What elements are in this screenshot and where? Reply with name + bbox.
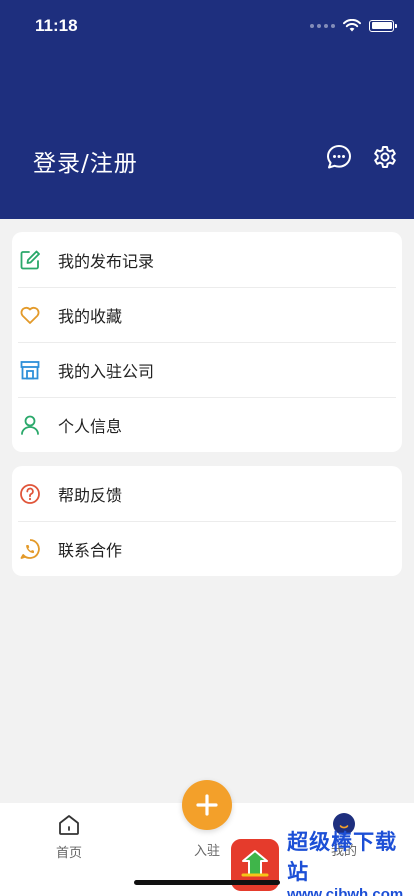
- plus-icon: [196, 794, 218, 816]
- store-icon: [18, 358, 42, 382]
- menu-item-label: 我的入驻公司: [58, 361, 155, 381]
- menu-item-label: 我的发布记录: [58, 251, 155, 271]
- menu-item-my-companies[interactable]: 我的入驻公司: [12, 342, 402, 397]
- menu-item-label: 个人信息: [58, 416, 123, 436]
- status-indicators: [310, 19, 397, 32]
- enter-plus-button[interactable]: [182, 780, 232, 830]
- wifi-icon: [343, 19, 361, 32]
- tab-home[interactable]: 首页: [29, 813, 109, 861]
- menu-card-primary: 我的发布记录 我的收藏 我的入驻公司 个人信息: [12, 232, 402, 452]
- menu-item-contact-cooperation[interactable]: 联系合作: [12, 521, 402, 576]
- home-indicator: [134, 880, 280, 885]
- heart-icon: [18, 303, 42, 327]
- phone-icon: [18, 537, 42, 561]
- menu-card-secondary: 帮助反馈 联系合作: [12, 466, 402, 576]
- status-bar: 11:18: [0, 0, 414, 50]
- watermark-title: 超级棒下载站: [287, 830, 398, 884]
- help-icon: [18, 482, 42, 506]
- edit-icon: [18, 248, 42, 272]
- battery-icon: [369, 19, 397, 32]
- home-icon: [59, 815, 79, 835]
- tab-home-label: 首页: [55, 846, 82, 861]
- menu-item-label: 帮助反馈: [58, 485, 123, 505]
- site-watermark: 超级棒下载站 www.cjbwh.com: [229, 830, 414, 896]
- gear-icon[interactable]: [372, 144, 398, 170]
- menu-item-favorites[interactable]: 我的收藏: [12, 287, 402, 342]
- watermark-url: www.cjbwh.com: [287, 886, 404, 896]
- chat-bubble-icon[interactable]: [326, 144, 352, 170]
- menu-item-personal-info[interactable]: 个人信息: [12, 397, 402, 452]
- menu-item-publish-records[interactable]: 我的发布记录: [12, 232, 402, 287]
- profile-header: 11:18 登录/注册: [0, 0, 414, 219]
- person-icon: [18, 413, 42, 437]
- login-register-link[interactable]: 登录/注册: [33, 144, 138, 178]
- menu-item-label: 我的收藏: [58, 306, 123, 326]
- status-time: 11:18: [35, 16, 78, 35]
- cellular-signal-icon: [310, 23, 335, 28]
- tab-enter-label[interactable]: 入驻: [183, 840, 231, 859]
- menu-item-label: 联系合作: [58, 540, 123, 560]
- menu-item-help-feedback[interactable]: 帮助反馈: [12, 466, 402, 521]
